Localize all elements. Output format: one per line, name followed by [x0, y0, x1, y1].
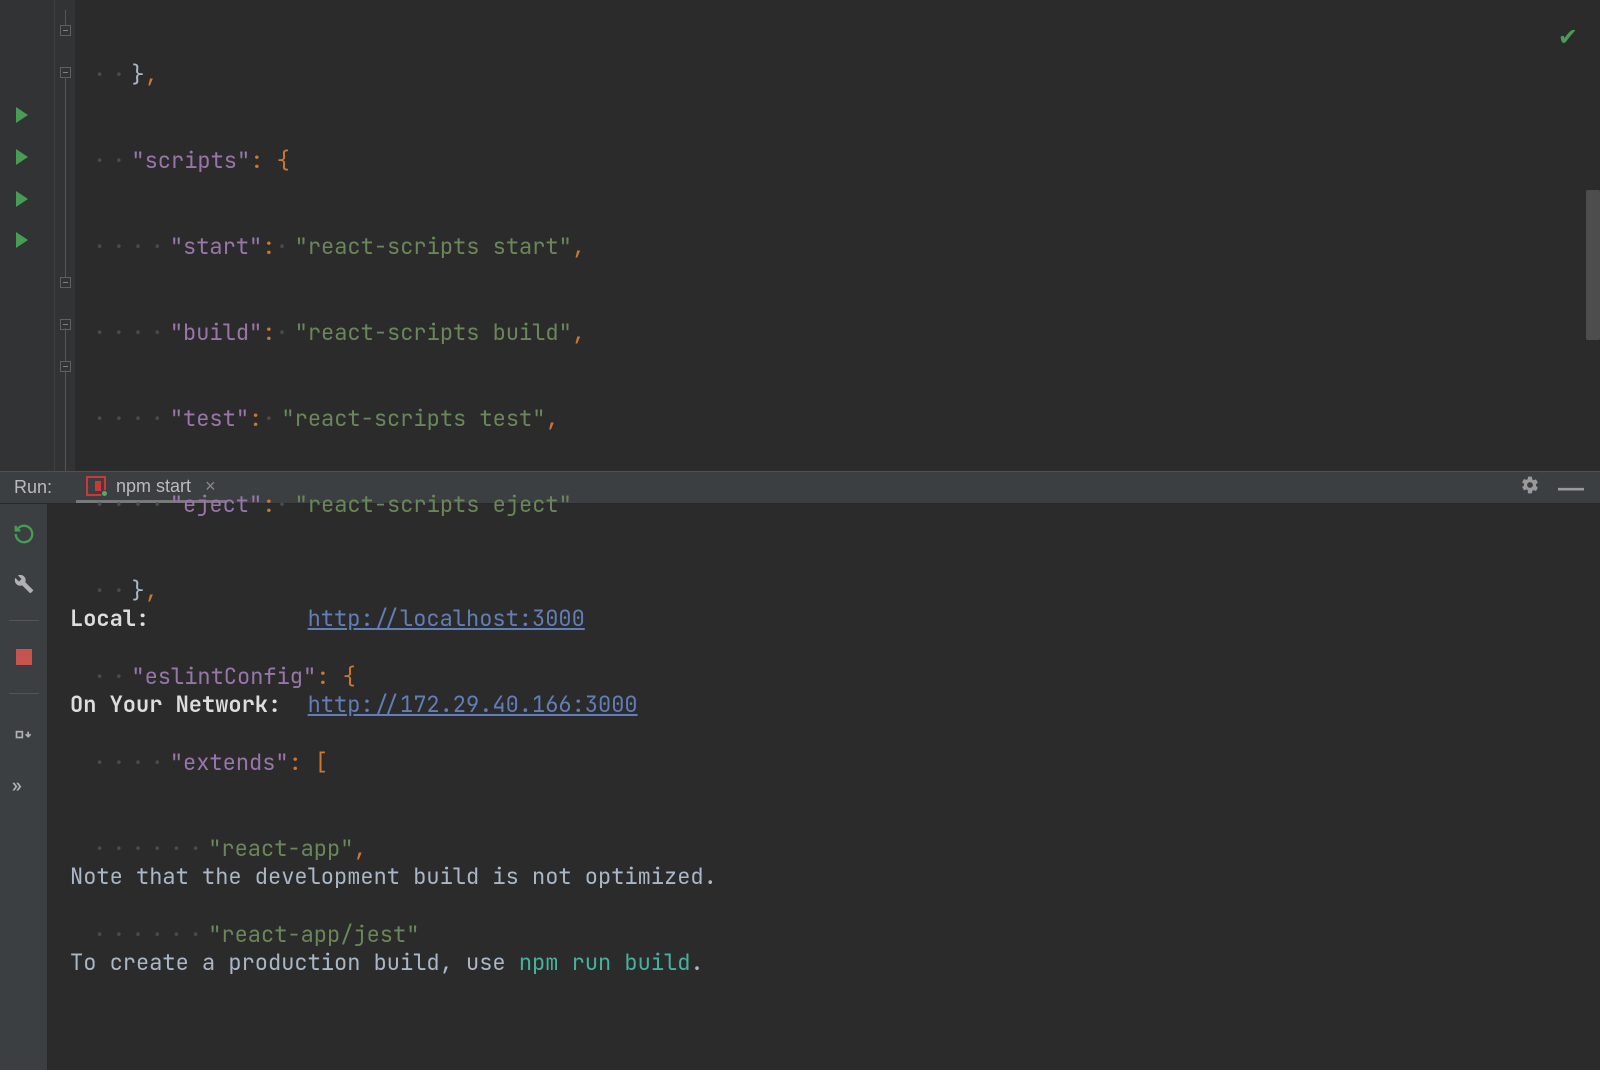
json-key: "scripts": [131, 146, 250, 175]
json-key: "extends": [170, 748, 289, 777]
run-toolbar: [0, 504, 48, 1070]
json-key: "eslintConfig": [131, 662, 316, 691]
code-content[interactable]: ··}, ··"scripts": { ····"start":·"react-…: [75, 0, 1600, 471]
code-editor[interactable]: ··}, ··"scripts": { ····"start":·"react-…: [0, 0, 1600, 471]
npm-icon: [86, 476, 106, 496]
rerun-button[interactable]: [10, 520, 38, 548]
fold-toggle-icon[interactable]: [60, 277, 71, 288]
json-key: "start": [170, 232, 262, 261]
json-value: "react-scripts build": [295, 318, 572, 347]
stop-button[interactable]: [10, 643, 38, 671]
fold-toggle-icon[interactable]: [60, 25, 71, 36]
json-value: "react-scripts test": [281, 404, 545, 433]
json-key: "eject": [170, 490, 262, 519]
json-value: "react-app": [208, 834, 353, 863]
run-line-marker[interactable]: [0, 136, 54, 178]
layout-settings-button[interactable]: [10, 716, 38, 744]
stop-icon: [16, 649, 32, 665]
wrench-icon[interactable]: [10, 570, 38, 598]
fold-gutter: [55, 0, 75, 471]
run-line-marker[interactable]: [0, 178, 54, 220]
play-icon: [16, 149, 28, 165]
run-line-marker[interactable]: [0, 220, 54, 262]
json-key: "build": [170, 318, 262, 347]
json-key: "test": [170, 404, 249, 433]
json-value: "react-app/jest": [208, 920, 419, 949]
run-panel-title: Run:: [14, 477, 52, 498]
json-value: "react-scripts start": [295, 232, 572, 261]
play-icon: [16, 191, 28, 207]
play-icon: [16, 107, 28, 123]
inspection-ok-icon[interactable]: ✔: [1558, 22, 1578, 53]
vertical-scrollbar[interactable]: [1586, 190, 1600, 340]
editor-gutter: [0, 0, 55, 471]
run-line-marker[interactable]: [0, 94, 54, 136]
more-tools-icon[interactable]: »: [12, 775, 22, 796]
play-icon: [16, 232, 28, 248]
json-value: "react-scripts eject": [295, 490, 572, 519]
